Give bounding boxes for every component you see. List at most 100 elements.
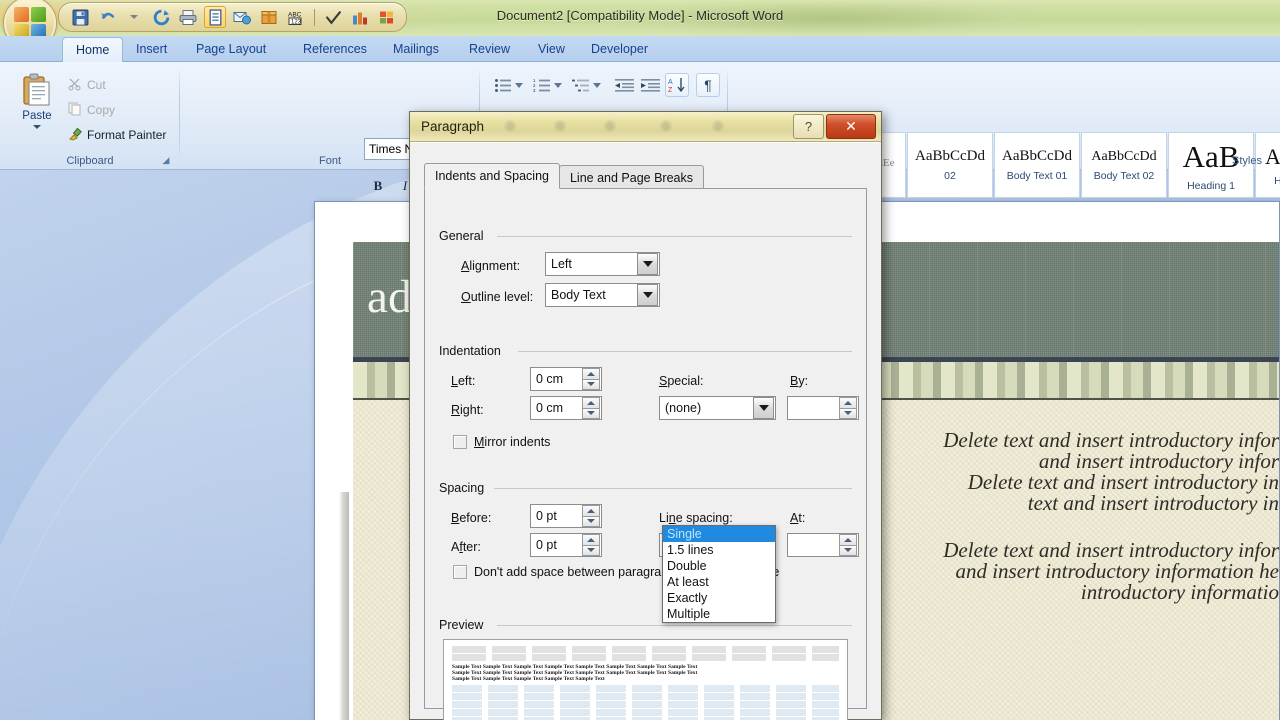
special-combobox[interactable]: (none) <box>659 396 776 420</box>
help-button[interactable]: ? <box>793 114 824 139</box>
spacing-before-input[interactable]: 0 pt <box>530 504 602 528</box>
stepper-up-icon[interactable] <box>582 368 600 379</box>
multilevel-dropdown-icon[interactable] <box>591 74 603 96</box>
check-icon[interactable] <box>322 6 344 28</box>
copy-icon <box>68 102 82 119</box>
stepper-down-icon[interactable] <box>582 408 600 420</box>
document-vertical-bar <box>339 492 349 720</box>
stepper-up-icon[interactable] <box>582 534 600 545</box>
copy-button[interactable]: Copy <box>64 99 119 121</box>
preview-previous-line <box>452 654 839 661</box>
tab-line-and-page-breaks[interactable]: Line and Page Breaks <box>559 165 704 189</box>
stepper-down-icon[interactable] <box>839 545 857 557</box>
chevron-down-icon[interactable] <box>637 253 658 275</box>
clipboard-dialog-launcher[interactable]: ◢ <box>160 154 172 166</box>
undo-icon[interactable] <box>96 6 118 28</box>
indent-right-value: 0 cm <box>531 401 582 415</box>
spacing-after-label: After: <box>451 540 481 554</box>
outline-level-combobox[interactable]: Body Text <box>545 283 660 307</box>
alignment-combobox[interactable]: Left <box>545 252 660 276</box>
preview-group-rule <box>497 625 852 626</box>
preview-sample-line: Sample Text Sample Text Sample Text Samp… <box>452 676 839 682</box>
increase-indent-icon[interactable] <box>637 74 663 96</box>
stepper-up-icon[interactable] <box>839 397 857 408</box>
stepper-up-icon[interactable] <box>582 505 600 516</box>
tab-developer[interactable]: Developer <box>578 36 661 62</box>
dropdown-option-single[interactable]: Single <box>663 526 775 542</box>
tab-page-layout[interactable]: Page Layout <box>183 36 279 62</box>
dialog-titlebar-blur <box>490 116 761 138</box>
stepper-up-icon[interactable] <box>582 397 600 408</box>
document-left-margin <box>315 242 353 720</box>
email-icon[interactable] <box>231 6 253 28</box>
close-button[interactable]: ✕ <box>826 114 876 139</box>
dropdown-option-double[interactable]: Double <box>663 558 775 574</box>
checkbox-box[interactable] <box>453 435 467 449</box>
stepper-down-icon[interactable] <box>582 545 600 557</box>
alignment-value: Left <box>546 257 637 271</box>
redo-icon[interactable] <box>150 6 172 28</box>
stepper-down-icon[interactable] <box>839 408 857 420</box>
indent-left-stepper[interactable] <box>582 368 600 390</box>
dropdown-option-1-5-lines[interactable]: 1.5 lines <box>663 542 775 558</box>
indent-right-stepper[interactable] <box>582 397 600 419</box>
tab-review[interactable]: Review <box>456 36 523 62</box>
sort-icon[interactable]: A Z <box>665 73 689 97</box>
chart-icon[interactable] <box>349 6 371 28</box>
preview-following-line <box>452 701 839 708</box>
paragraph-dialog[interactable]: Paragraph ? ✕ Indents and Spacing Line a… <box>409 111 882 720</box>
at-stepper[interactable] <box>839 534 857 556</box>
bullets-dropdown-icon[interactable] <box>513 74 525 96</box>
at-label: At: <box>790 511 805 525</box>
spacing-after-input[interactable]: 0 pt <box>530 533 602 557</box>
indent-left-input[interactable]: 0 cm <box>530 367 602 391</box>
line-spacing-dropdown-list[interactable]: Single 1.5 lines Double At least Exactly… <box>662 525 776 623</box>
save-icon[interactable] <box>69 6 91 28</box>
indent-right-input[interactable]: 0 cm <box>530 396 602 420</box>
paste-icon <box>21 73 53 107</box>
by-input[interactable] <box>787 396 859 420</box>
tab-references[interactable]: References <box>290 36 380 62</box>
styles-group-label: Styles <box>1232 155 1262 167</box>
chevron-down-icon[interactable] <box>753 397 774 419</box>
clipboard-group-label: Clipboard <box>0 155 180 167</box>
dropdown-option-at-least[interactable]: At least <box>663 574 775 590</box>
cut-button[interactable]: Cut <box>64 74 110 96</box>
preview-following-line <box>452 685 839 692</box>
spelling-icon[interactable]: ABC 123 <box>285 6 307 28</box>
tab-insert[interactable]: Insert <box>123 36 180 62</box>
spacing-after-stepper[interactable] <box>582 534 600 556</box>
by-stepper[interactable] <box>839 397 857 419</box>
style-sample: AaBbC <box>1265 144 1280 170</box>
svg-text:ABC: ABC <box>288 11 302 18</box>
tab-label: Line and Page Breaks <box>570 171 693 185</box>
at-input[interactable] <box>787 533 859 557</box>
paste-button[interactable]: Paste <box>14 69 60 145</box>
table-icon[interactable] <box>376 6 398 28</box>
tab-home[interactable]: Home <box>62 37 123 62</box>
stepper-up-icon[interactable] <box>839 534 857 545</box>
chevron-down-icon[interactable] <box>637 284 658 306</box>
paste-dropdown-arrow-icon[interactable] <box>33 125 41 129</box>
dropdown-option-multiple[interactable]: Multiple <box>663 606 775 622</box>
spacing-before-stepper[interactable] <box>582 505 600 527</box>
stepper-down-icon[interactable] <box>582 379 600 391</box>
svg-text:123: 123 <box>291 19 302 25</box>
decrease-indent-icon[interactable] <box>611 74 637 96</box>
tab-indents-and-spacing[interactable]: Indents and Spacing <box>424 163 560 189</box>
package-icon[interactable] <box>258 6 280 28</box>
format-painter-button[interactable]: Format Painter <box>64 124 170 146</box>
checkbox-box[interactable] <box>453 565 467 579</box>
tab-view[interactable]: View <box>525 36 578 62</box>
show-marks-icon[interactable]: ¶ <box>696 73 720 97</box>
tab-mailings[interactable]: Mailings <box>380 36 452 62</box>
print-preview-icon[interactable] <box>204 6 226 28</box>
mirror-indents-checkbox[interactable]: Mirror indents <box>453 435 550 449</box>
undo-dropdown-icon[interactable] <box>123 6 145 28</box>
print-icon[interactable] <box>177 6 199 28</box>
numbering-dropdown-icon[interactable] <box>552 74 564 96</box>
dropdown-option-exactly[interactable]: Exactly <box>663 590 775 606</box>
special-label: Special: <box>659 374 703 388</box>
spacing-before-value: 0 pt <box>531 509 582 523</box>
stepper-down-icon[interactable] <box>582 516 600 528</box>
